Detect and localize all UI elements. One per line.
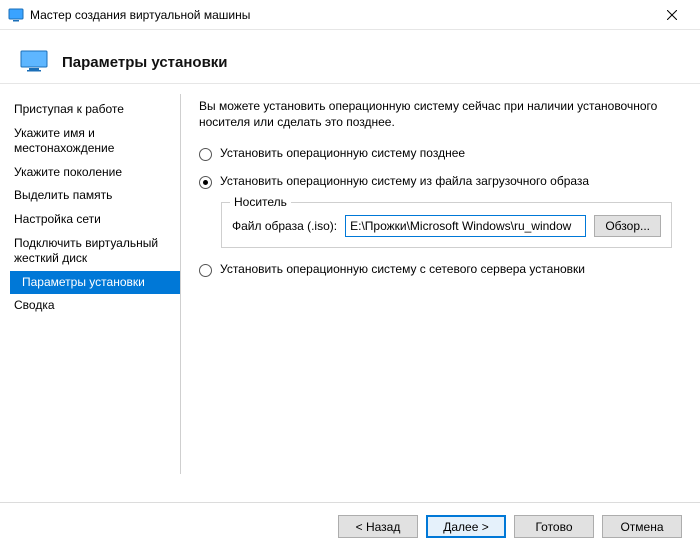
option-install-network[interactable]: Установить операционную систему с сетево… bbox=[199, 262, 682, 278]
sidebar-item-name-location[interactable]: Укажите имя и местонахождение bbox=[10, 122, 180, 161]
groupbox-title: Носитель bbox=[230, 195, 291, 209]
wizard-sidebar: Приступая к работе Укажите имя и местона… bbox=[0, 84, 180, 474]
sidebar-item-network[interactable]: Настройка сети bbox=[10, 208, 180, 232]
page-title: Параметры установки bbox=[62, 54, 228, 71]
wizard-header: Параметры установки bbox=[0, 30, 700, 83]
cancel-button[interactable]: Отмена bbox=[602, 515, 682, 538]
radio-icon bbox=[199, 176, 212, 189]
option-install-iso[interactable]: Установить операционную систему из файла… bbox=[199, 174, 682, 190]
radio-icon bbox=[199, 148, 212, 161]
radio-icon bbox=[199, 264, 212, 277]
sidebar-item-summary[interactable]: Сводка bbox=[10, 294, 180, 318]
sidebar-item-getting-started[interactable]: Приступая к работе bbox=[10, 98, 180, 122]
iso-path-input[interactable] bbox=[345, 215, 586, 237]
sidebar-item-virtual-disk[interactable]: Подключить виртуальный жесткий диск bbox=[10, 232, 180, 271]
option-label: Установить операционную систему из файла… bbox=[220, 174, 589, 190]
next-button[interactable]: Далее > bbox=[426, 515, 506, 538]
wizard-footer: < Назад Далее > Готово Отмена bbox=[0, 502, 700, 550]
sidebar-item-install-options[interactable]: Параметры установки bbox=[10, 271, 180, 295]
option-label: Установить операционную систему позднее bbox=[220, 146, 465, 162]
iso-path-label: Файл образа (.iso): bbox=[232, 219, 337, 233]
sidebar-item-generation[interactable]: Укажите поколение bbox=[10, 161, 180, 185]
back-button[interactable]: < Назад bbox=[338, 515, 418, 538]
intro-text: Вы можете установить операционную систем… bbox=[199, 98, 682, 130]
monitor-icon bbox=[20, 50, 48, 75]
browse-button[interactable]: Обзор... bbox=[594, 215, 661, 237]
window-title: Мастер создания виртуальной машины bbox=[30, 8, 250, 22]
option-install-later[interactable]: Установить операционную систему позднее bbox=[199, 146, 682, 162]
sidebar-item-memory[interactable]: Выделить память bbox=[10, 184, 180, 208]
media-groupbox: Носитель Файл образа (.iso): Обзор... bbox=[221, 202, 672, 248]
close-button[interactable] bbox=[652, 1, 692, 29]
wizard-main: Вы можете установить операционную систем… bbox=[181, 84, 700, 474]
titlebar: Мастер создания виртуальной машины bbox=[0, 0, 700, 30]
app-icon bbox=[8, 7, 24, 23]
option-label: Установить операционную систему с сетево… bbox=[220, 262, 585, 278]
finish-button[interactable]: Готово bbox=[514, 515, 594, 538]
